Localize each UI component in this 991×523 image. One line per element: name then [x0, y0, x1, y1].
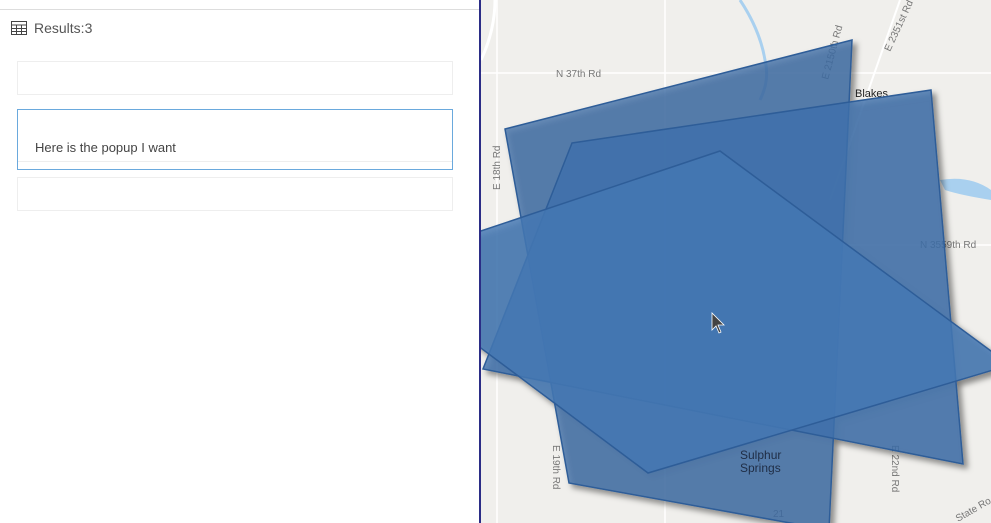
- result-item-selected[interactable]: Here is the popup I want: [17, 109, 453, 170]
- map-label: N 37th Rd: [556, 69, 601, 80]
- map-view[interactable]: N 37th Rd Blakes N 3559th Rd E 19th Rd E…: [481, 0, 991, 523]
- results-count: Results:3: [34, 20, 93, 36]
- divider: [0, 9, 479, 10]
- map-label: E 19th Rd: [550, 445, 561, 489]
- map-label: E 18th Rd: [492, 146, 503, 190]
- lake: [940, 178, 991, 200]
- result-item[interactable]: [17, 177, 453, 211]
- results-header: Results:3: [11, 20, 92, 36]
- map-label: E 22nd Rd: [889, 445, 900, 492]
- divider: [18, 161, 452, 162]
- result-item[interactable]: [17, 61, 453, 95]
- map-label: E 2351st Rd: [883, 0, 916, 53]
- table-icon: [11, 21, 27, 35]
- results-panel: Results:3 Here is the popup I want: [0, 0, 479, 523]
- map-label: State Ro: [954, 495, 991, 523]
- popup-text: Here is the popup I want: [35, 140, 176, 155]
